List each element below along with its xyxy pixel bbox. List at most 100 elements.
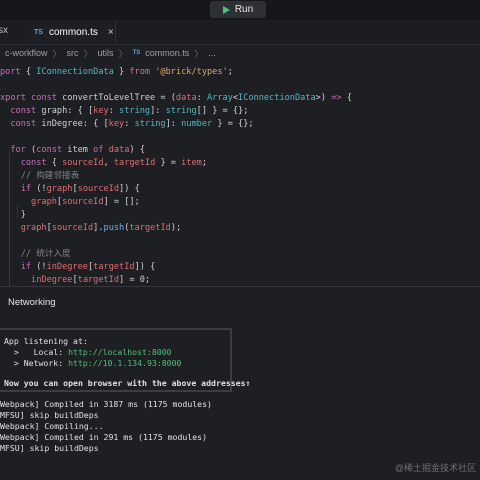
- run-button[interactable]: Run: [210, 1, 266, 18]
- code-token: IConnectionData: [36, 67, 114, 77]
- terminal-log-line: MFSU] skip buildDeps: [0, 443, 99, 453]
- code-editor[interactable]: port { IConnectionData } from '@brick/ty…: [0, 62, 480, 286]
- chevron-right-icon: 〉: [118, 48, 128, 59]
- code-token: const: [0, 158, 52, 168]
- breadcrumb-item[interactable]: common.ts: [145, 48, 189, 58]
- code-token: ]) {: [134, 262, 156, 272]
- breadcrumb-item[interactable]: utils: [98, 48, 114, 58]
- panel-divider: [0, 286, 480, 287]
- terminal-log-line: Webpack] Compiled in 291 ms (1175 module…: [0, 432, 208, 442]
- chevron-right-icon: 〉: [194, 48, 204, 59]
- code-token: string: [134, 119, 166, 129]
- code-line: xport const convertToLevelTree = (data: …: [0, 92, 352, 105]
- code-line: if (!graph[sourceId]) {: [0, 183, 140, 196]
- code-token: inDegree: { [: [41, 119, 109, 129]
- network-url-link[interactable]: http://10.1.134.93:8000: [68, 358, 181, 368]
- code-token: // 构建邻接表: [0, 171, 80, 181]
- code-token: key: [93, 106, 109, 116]
- panel-title: Networking: [8, 297, 56, 308]
- code-token: :: [196, 93, 207, 103]
- tab-inactive[interactable]: sx: [0, 25, 8, 36]
- code-token: } =: [155, 158, 182, 168]
- code-token: of: [93, 145, 109, 155]
- code-token: from: [129, 67, 156, 77]
- code-token: ,: [103, 158, 114, 168]
- code-token: ] = [];: [103, 197, 140, 207]
- code-token: if: [0, 262, 37, 272]
- code-token: :: [108, 106, 120, 116]
- code-token: ].: [93, 223, 104, 233]
- terminal-line: Now you can open browser with the above …: [4, 378, 251, 388]
- code-token: inDegree: [46, 262, 88, 272]
- code-token: for: [0, 145, 32, 155]
- breadcrumb-item[interactable]: c-workflow: [5, 48, 48, 58]
- tab-label: common.ts: [48, 26, 98, 38]
- code-line: inDegree[targetId] = 0;: [0, 274, 150, 286]
- code-token: graph: { [: [41, 106, 94, 116]
- code-token: =>: [331, 93, 347, 103]
- code-token: (!: [36, 184, 47, 194]
- code-token: {: [51, 158, 63, 168]
- code-token: graph: [46, 184, 73, 194]
- code-token: data: [175, 93, 197, 103]
- code-line: if (!inDegree[targetId]) {: [0, 261, 156, 274]
- code-token: push: [103, 223, 125, 233]
- code-token: '@brick/types': [155, 67, 228, 77]
- code-token: targetId: [93, 262, 135, 272]
- chevron-right-icon: 〉: [52, 48, 62, 59]
- terminal-line-network: > Network: http://10.1.134.93:8000: [4, 358, 182, 369]
- terminal-label: > Local:: [4, 347, 69, 357]
- tab-common-ts[interactable]: TS common.ts ×: [24, 20, 116, 44]
- play-icon: [222, 5, 230, 14]
- code-line: graph[sourceId] = [];: [0, 196, 140, 209]
- code-token: number: [181, 119, 213, 129]
- terminal-log-line: MFSU] skip buildDeps: [0, 410, 99, 420]
- code-token: targetId: [129, 223, 171, 233]
- code-token: }: [113, 67, 130, 77]
- editor-tab-bar: sx TS common.ts ×: [0, 20, 480, 45]
- code-token: ;: [227, 67, 233, 77]
- code-line: // 构建邻接表: [0, 170, 80, 183]
- code-token: ]:: [165, 119, 182, 129]
- code-line: const { sourceId, targetId } = item;: [0, 157, 207, 170]
- terminal-log-line: Webpack] Compiling...: [0, 421, 104, 431]
- terminal-log-line: Webpack] Compiled in 3187 ms (1175 modul…: [0, 399, 212, 409]
- code-token: targetId: [77, 275, 120, 285]
- typescript-file-icon: TS: [34, 28, 43, 36]
- code-token: {: [346, 93, 352, 103]
- code-token: key: [108, 119, 125, 129]
- chevron-right-icon: 〉: [83, 48, 93, 59]
- terminal-line-local: > Local: http://localhost:8000: [4, 347, 172, 358]
- code-token: ] = 0;: [119, 275, 151, 285]
- code-line: for (const item of data) {: [0, 144, 145, 157]
- run-label: Run: [234, 4, 254, 15]
- code-token: string: [165, 106, 197, 116]
- local-url-link[interactable]: http://localhost:8000: [68, 347, 172, 357]
- code-token: graph: [31, 197, 57, 207]
- code-token: item: [181, 158, 202, 168]
- code-token: ) {: [129, 145, 145, 155]
- code-token: ;: [201, 158, 208, 168]
- code-token: const: [0, 106, 42, 116]
- code-token: // 统计入度: [0, 249, 71, 259]
- code-token: ]) {: [119, 184, 140, 194]
- code-token: item: [67, 145, 94, 155]
- code-token: sourceId: [51, 223, 94, 233]
- code-token: }: [0, 210, 26, 220]
- breadcrumb-item[interactable]: src: [67, 48, 79, 58]
- close-icon[interactable]: ×: [108, 27, 114, 38]
- code-token: sourceId: [77, 184, 120, 194]
- code-token: IConnectionData: [238, 93, 316, 103]
- code-token: );: [170, 223, 182, 233]
- top-toolbar: Run: [0, 0, 480, 20]
- code-line: }: [0, 209, 26, 222]
- code-token: (!: [36, 262, 47, 272]
- code-token: targetId: [113, 158, 156, 168]
- code-token: const: [0, 119, 42, 129]
- code-token: string: [119, 106, 151, 116]
- code-token: if: [0, 184, 37, 194]
- breadcrumb-item[interactable]: ...: [208, 48, 216, 58]
